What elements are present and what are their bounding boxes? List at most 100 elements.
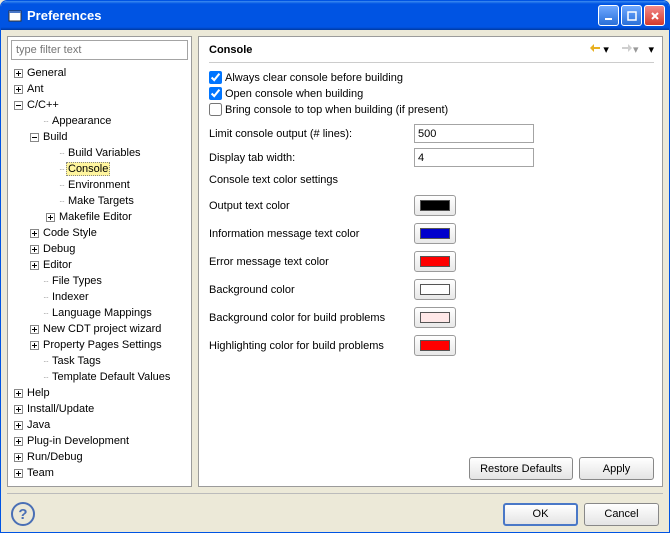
close-button[interactable] [644, 5, 665, 26]
tree-item[interactable]: ···Indexer [8, 289, 191, 305]
tree-item-label: Help [25, 387, 52, 399]
window-title: Preferences [27, 8, 596, 23]
tree-item-label: Makefile Editor [57, 211, 134, 223]
tree-item[interactable]: New CDT project wizard [8, 321, 191, 337]
tree-expander-icon[interactable] [28, 339, 40, 351]
tree-item[interactable]: Debug [8, 241, 191, 257]
always-clear-checkbox[interactable] [209, 71, 222, 84]
limit-lines-input[interactable] [414, 124, 534, 143]
bg-problems-color-button[interactable] [414, 307, 456, 328]
tree-item[interactable]: Property Pages Settings [8, 337, 191, 353]
tree-item[interactable]: Ant [8, 81, 191, 97]
output-color-label: Output text color [209, 200, 414, 212]
bring-to-top-checkbox[interactable] [209, 103, 222, 116]
tree-item-label: General [25, 67, 68, 79]
tab-width-label: Display tab width: [209, 152, 414, 164]
tree-expander-icon[interactable] [12, 435, 24, 447]
app-icon [7, 8, 23, 24]
tree-item[interactable]: ···Make Targets [8, 193, 191, 209]
menu-icon[interactable]: ▾ [648, 43, 654, 56]
tree-expander-icon[interactable] [12, 403, 24, 415]
tree-item-label: Editor [41, 259, 74, 271]
tree-item-label: Indexer [50, 291, 91, 303]
back-icon[interactable]: ▾ [589, 43, 609, 56]
tree-item[interactable]: C/C++ [8, 97, 191, 113]
tree-item[interactable]: General [8, 65, 191, 81]
open-console-label: Open console when building [225, 88, 363, 100]
minimize-button[interactable] [598, 5, 619, 26]
bring-to-top-label: Bring console to top when building (if p… [225, 104, 448, 116]
forward-icon: ▾ [619, 43, 639, 56]
tree-item-label: Java [25, 419, 52, 431]
always-clear-label: Always clear console before building [225, 72, 403, 84]
cancel-button[interactable]: Cancel [584, 503, 659, 526]
tree-item[interactable]: ···File Types [8, 273, 191, 289]
tree-item-label: Task Tags [50, 355, 103, 367]
tree-item[interactable]: Help [8, 385, 191, 401]
tree-item[interactable]: Code Style [8, 225, 191, 241]
tree-item-label: Environment [66, 179, 132, 191]
filter-input[interactable] [11, 40, 188, 60]
background-color-button[interactable] [414, 279, 456, 300]
tree-item[interactable]: Java [8, 417, 191, 433]
tree-expander-icon[interactable] [12, 83, 24, 95]
tree-expander-icon[interactable] [28, 227, 40, 239]
tree-item-label: Team [25, 467, 56, 479]
background-color-label: Background color [209, 284, 414, 296]
help-icon[interactable]: ? [11, 502, 35, 526]
tree-item[interactable]: Run/Debug [8, 449, 191, 465]
tree-item[interactable]: ···Console [8, 161, 191, 177]
info-color-button[interactable] [414, 223, 456, 244]
tree-item[interactable]: Install/Update [8, 401, 191, 417]
info-color-label: Information message text color [209, 228, 414, 240]
tree-item-label: New CDT project wizard [41, 323, 163, 335]
error-color-button[interactable] [414, 251, 456, 272]
apply-button[interactable]: Apply [579, 457, 654, 480]
tree-expander-icon[interactable] [12, 467, 24, 479]
hl-problems-color-button[interactable] [414, 335, 456, 356]
tree-expander-icon[interactable] [44, 211, 56, 223]
tree-item[interactable]: ···Template Default Values [8, 369, 191, 385]
tree-item-label: Console [66, 162, 110, 176]
tree-item[interactable]: ···Appearance [8, 113, 191, 129]
tree-expander-icon[interactable] [28, 243, 40, 255]
tree-item-label: Install/Update [25, 403, 96, 415]
tree-expander-icon[interactable] [12, 99, 24, 111]
tree-item[interactable]: ···Environment [8, 177, 191, 193]
error-color-label: Error message text color [209, 256, 414, 268]
tree-item[interactable]: Editor [8, 257, 191, 273]
tree-expander-icon[interactable] [12, 419, 24, 431]
tree-item-label: Build Variables [66, 147, 143, 159]
tree-expander-icon[interactable] [12, 451, 24, 463]
tree-item[interactable]: ···Language Mappings [8, 305, 191, 321]
tree-item-label: Appearance [50, 115, 113, 127]
tree-expander-icon[interactable] [12, 67, 24, 79]
tree-item-label: Plug-in Development [25, 435, 131, 447]
tree-item[interactable]: ···Build Variables [8, 145, 191, 161]
tree-item[interactable]: Plug-in Development [8, 433, 191, 449]
tree-expander-icon[interactable] [28, 323, 40, 335]
restore-defaults-button[interactable]: Restore Defaults [469, 457, 573, 480]
tree-item[interactable]: Build [8, 129, 191, 145]
tree-expander-icon[interactable] [28, 131, 40, 143]
tree-expander-icon[interactable] [28, 259, 40, 271]
preferences-page: Console ▾ ▾ ▾ Always clear console befor… [198, 36, 663, 487]
preferences-tree[interactable]: General Ant C/C++···Appearance Build ···Buil… [8, 63, 191, 486]
tree-item[interactable]: Makefile Editor [8, 209, 191, 225]
tree-item-label: Build [41, 131, 69, 143]
tree-item[interactable]: Team [8, 465, 191, 481]
page-title: Console [209, 44, 589, 56]
output-color-button[interactable] [414, 195, 456, 216]
limit-lines-label: Limit console output (# lines): [209, 128, 414, 140]
ok-button[interactable]: OK [503, 503, 578, 526]
tree-item[interactable]: ···Task Tags [8, 353, 191, 369]
tree-item-label: Debug [41, 243, 77, 255]
tab-width-input[interactable] [414, 148, 534, 167]
tree-expander-icon[interactable] [12, 387, 24, 399]
tree-item-label: Ant [25, 83, 46, 95]
maximize-button[interactable] [621, 5, 642, 26]
titlebar[interactable]: Preferences [1, 1, 669, 30]
open-console-checkbox[interactable] [209, 87, 222, 100]
bg-problems-color-label: Background color for build problems [209, 312, 414, 324]
tree-item-label: Code Style [41, 227, 99, 239]
